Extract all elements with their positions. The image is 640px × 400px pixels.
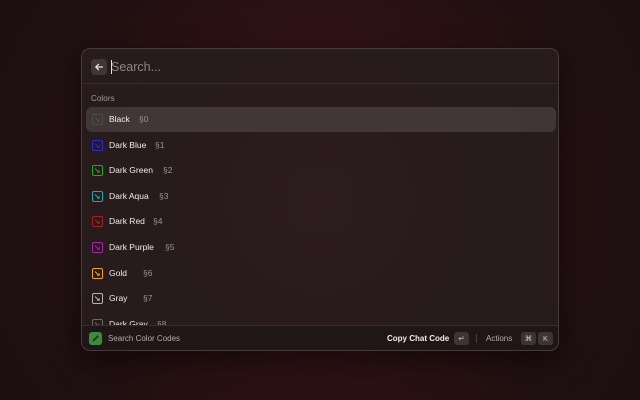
list-item[interactable]: Black §0 [86,107,556,132]
item-code: §6 [143,267,153,278]
color-swatch-icon [92,242,103,253]
item-name: Black [109,114,130,124]
color-swatch-icon [92,267,103,279]
item-code: §4 [153,216,163,227]
list-item[interactable]: Dark Blue §1 [86,133,556,158]
item-name: Dark Aqua [109,190,149,201]
item-name: Dark Green [109,165,153,176]
list-item[interactable]: Dark Gray §8 [86,312,556,325]
color-swatch-icon [92,293,103,305]
k-key-hint: K [538,332,553,345]
footer-title: Search Color Codes [108,334,181,343]
search-input[interactable] [111,57,511,77]
list-item[interactable]: Dark Aqua §3 [86,184,556,209]
list-item[interactable]: Gray §7 [86,286,556,311]
item-name: Dark Red [109,216,145,227]
actions-button[interactable]: Actions [486,334,512,343]
item-code: §2 [163,165,173,176]
item-name: Gray [109,293,128,304]
search-bar [82,49,558,84]
color-list: Black §0 Dark Blue §1 Dark Green §2 Dark Aqua §… [82,107,558,325]
back-button[interactable] [91,59,107,75]
item-code: §7 [143,293,153,304]
copy-chat-code-button[interactable]: Copy Chat Code [387,334,449,343]
item-code: §1 [155,139,165,150]
cmd-key-hint: ⌘ [521,332,536,345]
enter-key-hint: ↵ [454,332,469,345]
arrow-left-icon [95,63,104,71]
item-name: Gold [109,267,127,278]
list-item[interactable]: Gold §6 [86,261,556,286]
item-code: §3 [159,190,169,201]
list-item[interactable]: Dark Red §4 [86,209,556,234]
list-item[interactable]: Dark Purple §5 [86,235,556,260]
item-code: §5 [165,242,175,252]
brush-icon [89,332,102,345]
color-swatch-icon [92,165,103,177]
color-swatch-icon [92,139,103,151]
color-swatch-icon [92,114,103,125]
item-code: §0 [139,114,149,124]
item-name: Dark Purple [109,242,154,252]
color-swatch-icon [92,216,103,228]
action-footer: Search Color Codes Copy Chat Code ↵ Acti… [82,325,558,350]
color-swatch-icon [92,190,103,202]
command-window: Colors Black§0Dark Blue§1Dark Green§2Dar… [81,48,559,351]
footer-divider [476,334,477,343]
list-item[interactable]: Dark Green §2 [86,158,556,183]
item-name: Dark Blue [109,139,147,150]
section-title: Colors [91,94,115,103]
